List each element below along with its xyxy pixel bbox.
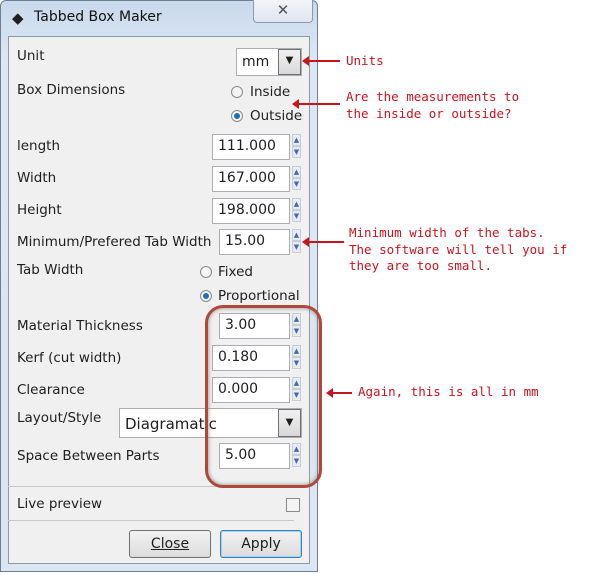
width-input[interactable]: 167.000 bbox=[212, 166, 290, 192]
kerf-label: Kerf (cut width) bbox=[17, 350, 122, 366]
arrow-icon bbox=[326, 388, 352, 398]
arrow-icon bbox=[292, 99, 340, 109]
outside-label: Outside bbox=[250, 108, 303, 124]
clearance-label: Clearance bbox=[17, 382, 85, 398]
height-label: Height bbox=[17, 202, 62, 218]
divider bbox=[8, 520, 294, 521]
annotation-tab-width: Minimum width of the tabs. The software w… bbox=[349, 225, 567, 275]
length-label: length bbox=[17, 138, 61, 154]
inside-radio[interactable] bbox=[231, 86, 243, 98]
annotation-inside-outside: Are the measurements to the inside or out… bbox=[346, 89, 519, 122]
proportional-radio[interactable] bbox=[200, 290, 212, 302]
inkscape-icon: ◆ bbox=[12, 9, 24, 27]
annotation-line: Minimum width of the tabs. bbox=[349, 225, 545, 240]
outside-radio[interactable] bbox=[231, 110, 243, 122]
box-dimensions-label: Box Dimensions bbox=[17, 82, 126, 98]
height-spinner[interactable]: ▲ ▼ bbox=[292, 198, 301, 224]
close-button[interactable]: Close bbox=[129, 530, 211, 558]
tab-min-label: Minimum/Prefered Tab Width bbox=[17, 234, 212, 250]
unit-value: mm bbox=[242, 54, 270, 70]
highlight-ring bbox=[205, 305, 322, 488]
inside-label: Inside bbox=[250, 84, 291, 100]
tab-width-label: Tab Width bbox=[17, 262, 84, 278]
chevron-down-icon[interactable]: ▼ bbox=[278, 49, 301, 75]
thickness-label: Material Thickness bbox=[17, 318, 143, 334]
length-input[interactable]: 111.000 bbox=[212, 134, 290, 160]
annotation-line: Are the measurements to bbox=[346, 89, 520, 104]
width-label: Width bbox=[17, 170, 57, 186]
window-title: Tabbed Box Maker bbox=[34, 9, 162, 25]
live-preview-label: Live preview bbox=[17, 496, 103, 512]
fixed-label: Fixed bbox=[218, 264, 253, 280]
height-input[interactable]: 198.000 bbox=[212, 198, 290, 224]
annotation-line: they are too small. bbox=[349, 258, 492, 273]
layout-value: Diagramatic bbox=[125, 415, 217, 433]
apply-button-label: Apply bbox=[241, 536, 281, 552]
tab-min-spinner[interactable]: ▲ ▼ bbox=[292, 229, 301, 255]
close-icon: ✕ bbox=[276, 1, 290, 19]
annotation-mm: Again, this is all in mm bbox=[358, 384, 539, 399]
tab-min-input[interactable]: 15.00 bbox=[219, 229, 290, 255]
unit-label: Unit bbox=[17, 48, 45, 64]
apply-button[interactable]: Apply bbox=[220, 530, 302, 558]
layout-label: Layout/Style bbox=[17, 410, 102, 426]
annotation-line: the inside or outside? bbox=[346, 105, 512, 121]
fixed-radio[interactable] bbox=[200, 266, 212, 278]
arrow-icon bbox=[302, 237, 344, 247]
arrow-icon bbox=[302, 56, 340, 66]
annotation-line: The software will tell you if bbox=[349, 241, 568, 257]
close-button-label: Close bbox=[150, 536, 190, 552]
live-preview-checkbox[interactable] bbox=[286, 498, 300, 512]
spacing-label: Space Between Parts bbox=[17, 448, 160, 464]
annotation-units: Units bbox=[346, 53, 384, 68]
close-window-button[interactable]: ✕ bbox=[253, 0, 313, 23]
proportional-label: Proportional bbox=[218, 288, 300, 304]
length-spinner[interactable]: ▲ ▼ bbox=[292, 134, 301, 160]
width-spinner[interactable]: ▲ ▼ bbox=[292, 166, 301, 192]
